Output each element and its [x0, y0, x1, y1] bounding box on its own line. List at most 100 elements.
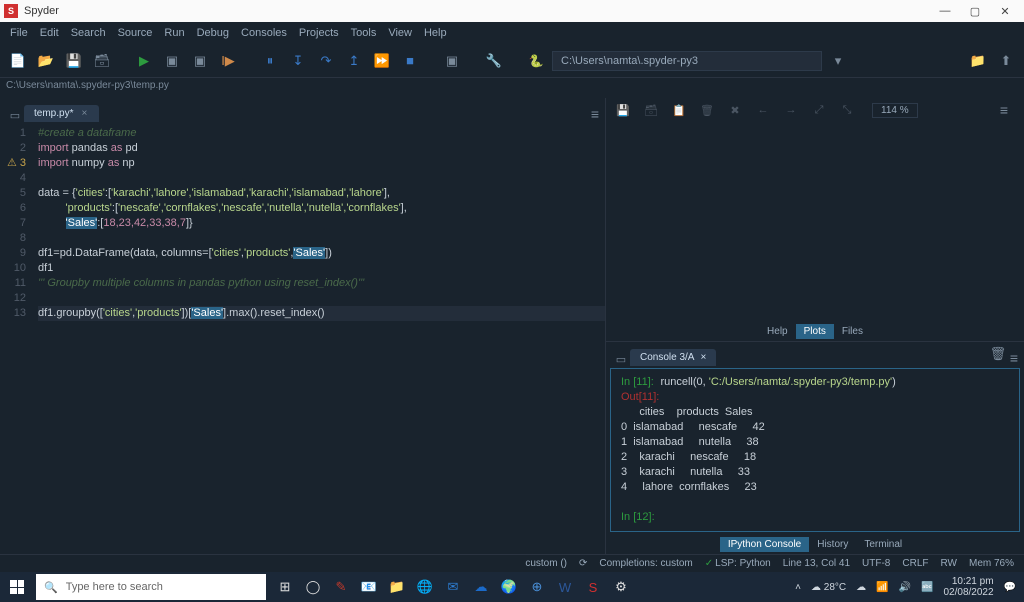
minimize-button[interactable]: — [930, 0, 960, 22]
cortana-icon[interactable]: ◯ [302, 576, 324, 598]
taskbar-app[interactable]: 📁 [386, 576, 408, 598]
taskbar-app[interactable]: ⊕ [526, 576, 548, 598]
tray-weather[interactable]: ☁ 28°C [811, 582, 846, 593]
status-eol[interactable]: CRLF [902, 558, 928, 569]
tray-notifications-icon[interactable]: 💬 [1004, 582, 1016, 593]
status-cursor-position: Line 13, Col 41 [783, 558, 850, 569]
windows-taskbar: 🔍 Type here to search ⊞ ◯ ✎ 📧 📁 🌐 ✉ ☁ 🌍 … [0, 572, 1024, 602]
console-group-icon[interactable]: ▭ [612, 353, 630, 366]
tray-onedrive-icon[interactable]: ☁ [856, 582, 866, 593]
status-custom[interactable]: custom () [525, 558, 567, 569]
plot-saveall-icon[interactable]: 🗃 [644, 104, 658, 117]
tab-plots[interactable]: Plots [796, 324, 834, 339]
window-title: Spyder [24, 5, 59, 17]
plots-pane: 💾 🗃 📋 🗑 ✖ ← → ⤢ ⤡ 114 % ≡ Help Plots Fil… [606, 98, 1024, 342]
taskbar-app[interactable]: ✎ [330, 576, 352, 598]
tab-terminal[interactable]: Terminal [856, 537, 910, 552]
path-dropdown-icon[interactable]: ▾ [826, 49, 850, 73]
tab-history[interactable]: History [809, 537, 856, 552]
menu-search[interactable]: Search [65, 27, 112, 39]
console-options-icon[interactable]: ≡ [1010, 350, 1024, 366]
plot-prev-icon[interactable]: ← [756, 104, 770, 116]
debug-step-icon[interactable]: ⏸ [258, 49, 282, 73]
console-tab-close-icon[interactable]: × [700, 352, 706, 363]
status-completions[interactable]: Completions: custom [599, 558, 692, 569]
menu-source[interactable]: Source [112, 27, 159, 39]
plot-zoomout-icon[interactable]: ⤢ [812, 104, 826, 117]
tray-volume-icon[interactable]: 🔊 [899, 582, 911, 593]
run-icon[interactable]: ▶ [132, 49, 156, 73]
start-button[interactable] [0, 572, 34, 602]
maximize-button[interactable]: ▢ [960, 0, 990, 22]
console-output[interactable]: In [11]: runcell(0, 'C:/Users/namta/.spy… [610, 368, 1020, 532]
plots-options-icon[interactable]: ≡ [1000, 102, 1014, 118]
status-refresh-icon[interactable]: ⟳ [579, 558, 587, 569]
main-menu: File Edit Search Source Run Debug Consol… [0, 22, 1024, 44]
preferences-icon[interactable]: 🔧 [482, 49, 506, 73]
plot-save-icon[interactable]: 💾 [616, 104, 630, 117]
close-button[interactable]: ✕ [990, 0, 1020, 22]
menu-projects[interactable]: Projects [293, 27, 345, 39]
tray-wifi-icon[interactable]: 📶 [876, 582, 888, 593]
plot-next-icon[interactable]: → [784, 104, 798, 116]
plot-copy-icon[interactable]: 📋 [672, 104, 686, 117]
debug-stepout-icon[interactable]: ↥ [342, 49, 366, 73]
plot-deleteall-icon[interactable]: ✖ [728, 104, 742, 117]
maximize-pane-icon[interactable]: ▣ [440, 49, 464, 73]
console-tab-label: Console 3/A [640, 352, 694, 363]
menu-debug[interactable]: Debug [191, 27, 235, 39]
task-view-icon[interactable]: ⊞ [274, 576, 296, 598]
taskbar-app[interactable]: W [554, 576, 576, 598]
parent-dir-icon[interactable]: ⬆ [994, 49, 1018, 73]
debug-continue-icon[interactable]: ⏩ [370, 49, 394, 73]
code-editor[interactable]: #create a dataframe import pandas as pd … [32, 122, 605, 554]
editor-tab-temp[interactable]: temp.py* × [24, 105, 99, 122]
tab-help[interactable]: Help [759, 324, 796, 339]
save-all-icon[interactable]: 🗃 [90, 49, 114, 73]
save-icon[interactable]: 💾 [62, 49, 86, 73]
new-file-icon[interactable]: 📄 [6, 49, 30, 73]
menu-edit[interactable]: Edit [34, 27, 65, 39]
plot-zoomin-icon[interactable]: ⤡ [840, 104, 854, 117]
run-selection-icon[interactable]: I▶ [216, 49, 240, 73]
debug-stop-icon[interactable]: ■ [398, 49, 422, 73]
taskbar-app[interactable]: ⚙ [610, 576, 632, 598]
menu-run[interactable]: Run [158, 27, 190, 39]
taskbar-app[interactable]: 🌐 [414, 576, 436, 598]
debug-stepinto-icon[interactable]: ↧ [286, 49, 310, 73]
menu-help[interactable]: Help [418, 27, 453, 39]
taskbar-app[interactable]: 📧 [358, 576, 380, 598]
menu-file[interactable]: File [4, 27, 34, 39]
run-cell-icon[interactable]: ▣ [160, 49, 184, 73]
plot-delete-icon[interactable]: 🗑 [700, 104, 714, 117]
console-tab[interactable]: Console 3/A × [630, 349, 716, 366]
tab-ipython-console[interactable]: IPython Console [720, 537, 809, 552]
pythonpath-icon[interactable]: 🐍 [524, 49, 548, 73]
status-memory: Mem 76% [969, 558, 1014, 569]
debug-stepover-icon[interactable]: ↷ [314, 49, 338, 73]
taskbar-app[interactable]: ✉ [442, 576, 464, 598]
browse-dir-icon[interactable]: 📁 [966, 49, 990, 73]
tray-hidden-icons[interactable]: ˄ [795, 582, 801, 593]
tray-clock[interactable]: 10:21 pm 02/08/2022 [943, 576, 993, 598]
taskbar-app[interactable]: 🌍 [498, 576, 520, 598]
tab-files[interactable]: Files [834, 324, 871, 339]
taskbar-app[interactable]: S [582, 576, 604, 598]
run-cell-advance-icon[interactable]: ▣ [188, 49, 212, 73]
console-trash-icon[interactable]: 🗑 [986, 342, 1010, 366]
menu-view[interactable]: View [382, 27, 418, 39]
editor-tab-close-icon[interactable]: × [79, 109, 89, 119]
taskbar-search[interactable]: 🔍 Type here to search [36, 574, 266, 600]
status-encoding[interactable]: UTF-8 [862, 558, 890, 569]
status-lsp[interactable]: ✓LSP: Python [705, 558, 771, 569]
editor-options-icon[interactable]: ≡ [591, 106, 605, 122]
editor-pane: ▭ temp.py* × ≡ 1 2 ⚠ 3 4 5 6 7 8 9 10 11… [0, 98, 606, 554]
menu-consoles[interactable]: Consoles [235, 27, 293, 39]
tab-group-icon[interactable]: ▭ [6, 109, 24, 122]
menu-tools[interactable]: Tools [345, 27, 383, 39]
tray-language-icon[interactable]: 🔤 [921, 582, 933, 593]
working-dir-input[interactable] [552, 51, 822, 71]
taskbar-app[interactable]: ☁ [470, 576, 492, 598]
open-file-icon[interactable]: 📂 [34, 49, 58, 73]
console-pane: ▭ Console 3/A × 🗑 ≡ In [11]: runcell(0, … [606, 342, 1024, 554]
